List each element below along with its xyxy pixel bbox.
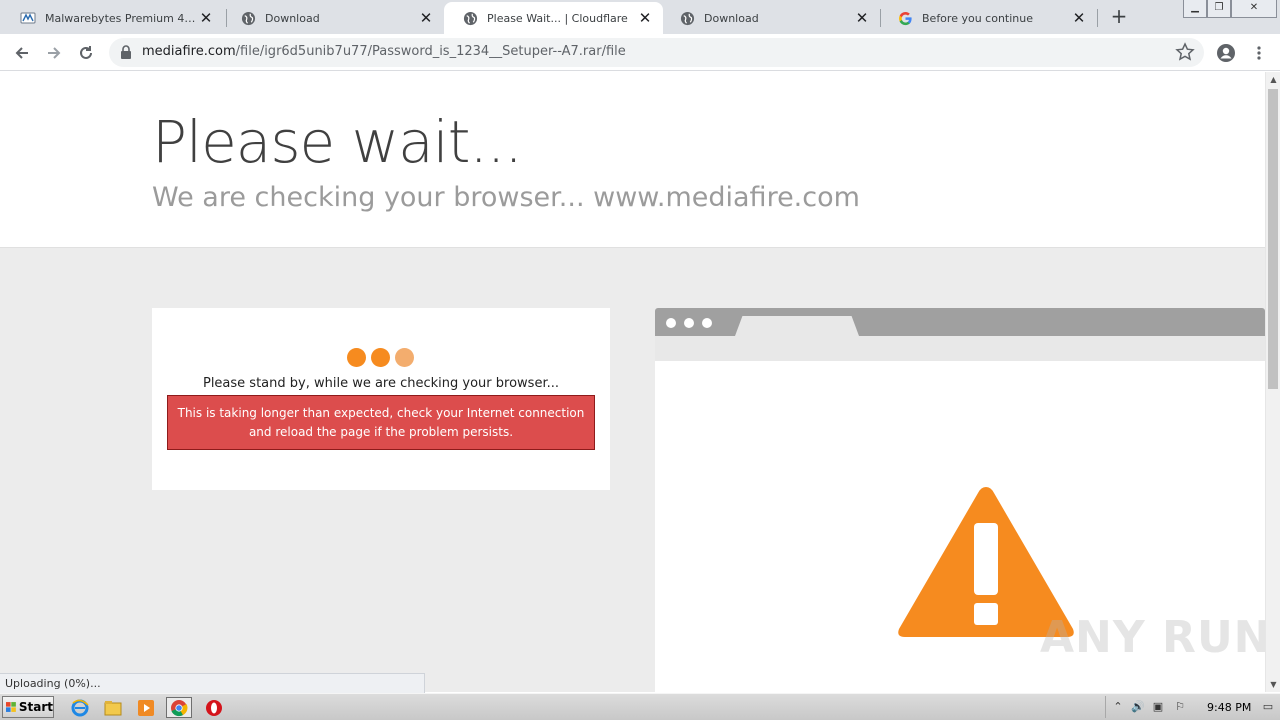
tab-before-you-continue[interactable]: Before you continue ✕ <box>879 2 1097 34</box>
hero-section: Please wait... We are checking your brow… <box>0 72 1265 248</box>
arrow-left-icon <box>15 47 28 59</box>
start-label: Start <box>18 700 53 714</box>
tab-strip: Malwarebytes Premium 4.5.7.27 ✕ Download… <box>0 0 1280 34</box>
address-bar[interactable]: mediafire.com/file/igr6d5unib7u77/Passwo… <box>109 38 1204 67</box>
url-host: mediafire.com <box>142 44 236 59</box>
tab-title: Download <box>704 11 759 25</box>
page-content: Please wait... We are checking your brow… <box>0 72 1265 692</box>
illustration-toolbar <box>655 336 1265 361</box>
globe-icon <box>462 10 478 26</box>
tab-title: Please Wait... | Cloudflare <box>487 11 628 25</box>
tab-title: Before you continue <box>922 11 1033 25</box>
close-tab-icon[interactable]: ✕ <box>418 10 434 26</box>
close-tab-icon[interactable]: ✕ <box>854 10 870 26</box>
explorer-icon[interactable] <box>100 697 126 718</box>
chrome-icon[interactable] <box>166 697 192 718</box>
anyrun-watermark: ANY RUN <box>1040 612 1265 663</box>
scroll-down-arrow-icon[interactable]: ▼ <box>1266 677 1280 692</box>
page-subtitle: We are checking your browser... www.medi… <box>152 182 860 213</box>
illustration-dot <box>684 318 694 328</box>
globe-icon <box>240 10 256 26</box>
malwarebytes-icon <box>20 10 36 26</box>
ie-icon[interactable] <box>67 697 93 718</box>
tab-download-2[interactable]: Download ✕ <box>661 2 880 34</box>
scroll-up-arrow-icon[interactable]: ▲ <box>1266 72 1280 87</box>
volume-icon[interactable]: 🔊 <box>1130 699 1146 715</box>
reload-icon <box>80 46 92 59</box>
tab-malwarebytes[interactable]: Malwarebytes Premium 4.5.7.27 ✕ <box>2 2 224 34</box>
tab-separator <box>1097 9 1098 27</box>
scrollbar-thumb[interactable] <box>1268 89 1278 389</box>
show-desktop-icon[interactable]: ▭ <box>1260 699 1276 715</box>
account-icon <box>1217 44 1235 62</box>
google-icon <box>897 10 913 26</box>
url-path: /file/igr6d5unib7u77/Password_is_1234__S… <box>235 44 626 59</box>
tab-download-1[interactable]: Download ✕ <box>222 2 444 34</box>
challenge-card: Please stand by, while we are checking y… <box>152 308 610 490</box>
tab-title: Download <box>265 11 320 25</box>
minimize-button[interactable]: ▁ <box>1183 0 1207 18</box>
tray-expand-icon[interactable]: ⌃ <box>1110 699 1126 715</box>
arrow-right-icon <box>48 47 61 59</box>
url-text[interactable]: mediafire.com/file/igr6d5unib7u77/Passwo… <box>142 44 626 59</box>
illustration-dot <box>666 318 676 328</box>
restore-button[interactable]: ❐ <box>1207 0 1231 18</box>
status-bubble: Uploading (0%)... <box>0 673 425 693</box>
alert-text-line: and reload the page if the problem persi… <box>248 425 514 439</box>
error-alert: This is taking longer than expected, che… <box>167 395 595 450</box>
action-center-flag-icon[interactable]: ⚐ <box>1172 699 1188 715</box>
globe-icon <box>679 10 695 26</box>
taskbar: Start ⌃ 🔊 ▣ ⚐ ▭ 9:48 PM <box>0 693 1280 720</box>
media-player-icon[interactable] <box>133 697 159 718</box>
loading-dot <box>347 348 366 367</box>
windows-flag-icon <box>6 702 16 712</box>
loading-dot <box>395 348 414 367</box>
reload-button[interactable] <box>73 40 99 66</box>
illustration-tab <box>735 316 859 336</box>
back-button[interactable] <box>9 40 35 66</box>
system-tray: ⌃ 🔊 ▣ ⚐ ▭ <box>1105 696 1280 718</box>
forward-button[interactable] <box>41 40 67 66</box>
close-window-button[interactable]: ✕ <box>1231 0 1277 18</box>
close-tab-icon[interactable]: ✕ <box>1071 10 1087 26</box>
kebab-menu-icon <box>1257 46 1261 60</box>
illustration-titlebar <box>655 308 1265 336</box>
loading-dots <box>347 348 417 368</box>
opera-icon[interactable] <box>201 697 227 718</box>
taskbar-clock[interactable]: 9:48 PM <box>1207 701 1251 714</box>
screen: Malwarebytes Premium 4.5.7.27 ✕ Download… <box>0 0 1280 720</box>
tab-title: Malwarebytes Premium 4.5.7.27 <box>45 11 198 25</box>
network-icon[interactable]: ▣ <box>1150 699 1166 715</box>
loading-dot <box>371 348 390 367</box>
start-button[interactable]: Start <box>2 696 54 718</box>
menu-button[interactable] <box>1246 40 1272 66</box>
bookmark-star-icon[interactable] <box>1175 42 1195 62</box>
vertical-scrollbar[interactable]: ▲ ▼ <box>1265 72 1280 692</box>
page-title: Please wait... <box>152 108 523 176</box>
browser-toolbar: mediafire.com/file/igr6d5unib7u77/Passwo… <box>0 34 1280 71</box>
close-tab-icon[interactable]: ✕ <box>198 10 214 26</box>
close-tab-icon[interactable]: ✕ <box>637 10 653 26</box>
profile-button[interactable] <box>1213 40 1239 66</box>
alert-text-line: This is taking longer than expected, che… <box>177 406 585 420</box>
lock-icon <box>121 45 131 59</box>
new-tab-button[interactable]: + <box>1108 6 1130 28</box>
illustration-dot <box>702 318 712 328</box>
tab-cloudflare[interactable]: Please Wait... | Cloudflare ✕ <box>444 2 663 34</box>
standby-message: Please stand by, while we are checking y… <box>202 376 559 391</box>
